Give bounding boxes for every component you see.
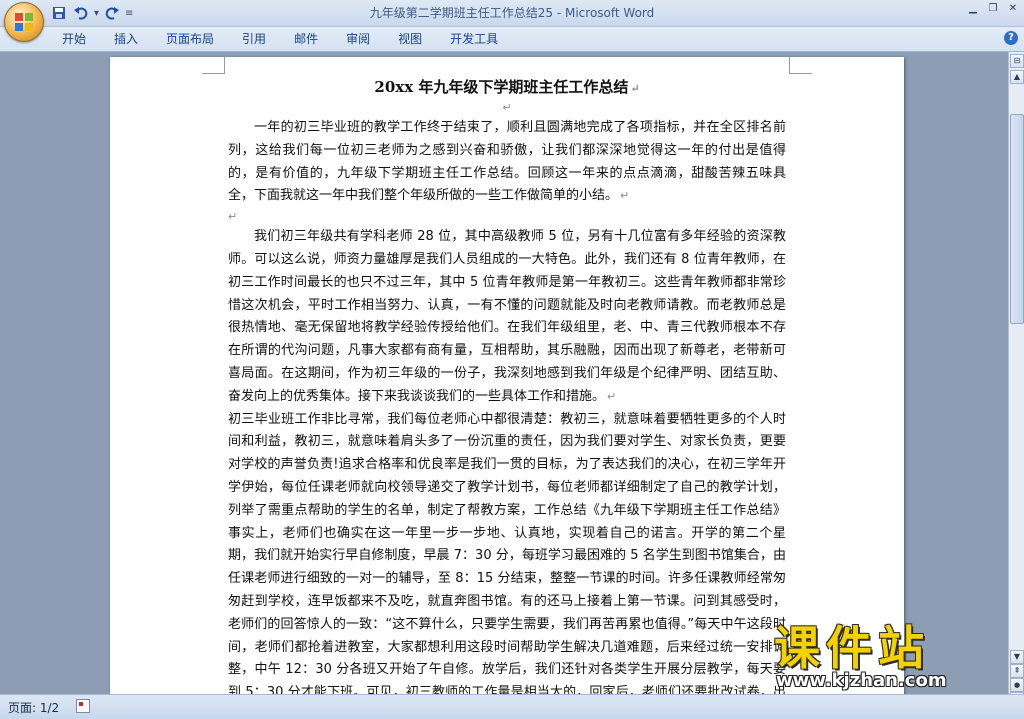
paragraph-text: 初三毕业班工作非比寻常，我们每位老师心中都很清楚：教初三，就意味着要牺牲更多的个… xyxy=(228,411,786,694)
scroll-up-icon[interactable]: ▲ xyxy=(1010,70,1024,84)
proofing-status-icon[interactable] xyxy=(76,699,90,713)
tab-references[interactable]: 引用 xyxy=(228,27,280,51)
title-bar: ▾ ≡ 九年级第二学期班主任工作总结25 - Microsoft Word ▁ … xyxy=(0,0,1024,42)
scroll-thumb[interactable] xyxy=(1010,114,1024,324)
previous-page-icon[interactable]: ⇞ xyxy=(1010,664,1024,678)
margin-corner-top-left xyxy=(202,57,225,74)
app-name: Microsoft Word xyxy=(564,6,655,20)
window-controls: ▁ ❐ ✕ xyxy=(966,2,1020,16)
select-browse-object-icon[interactable]: ● xyxy=(1010,678,1024,692)
title-separator: - xyxy=(553,6,565,20)
view-ruler-icon[interactable]: ⊟ xyxy=(1010,54,1024,68)
tab-view[interactable]: 视图 xyxy=(384,27,436,51)
status-bar: 页面: 1/2 xyxy=(0,694,1024,719)
paragraph-1[interactable]: 一年的初三毕业班的教学工作终于结束了，顺利且圆满地完成了各项指标，并在全区排名前… xyxy=(228,117,786,208)
document-name: 九年级第二学期班主任工作总结25 xyxy=(369,6,554,20)
tab-review[interactable]: 审阅 xyxy=(332,27,384,51)
document-heading[interactable]: 20xx 年九年级下学期班主任工作总结 ↵ xyxy=(228,75,786,99)
tab-page-layout[interactable]: 页面布局 xyxy=(152,27,228,51)
close-icon[interactable]: ✕ xyxy=(1006,2,1020,16)
paragraph-2[interactable]: 我们初三年级共有学科老师 28 位，其中高级教师 5 位，另有十几位富有多年经验… xyxy=(228,226,786,408)
minimize-icon[interactable]: ▁ xyxy=(966,2,980,16)
margin-corner-top-right xyxy=(789,57,812,74)
office-logo-icon xyxy=(15,13,33,31)
ribbon-tabs: 开始 插入 页面布局 引用 邮件 审阅 视图 开发工具 xyxy=(48,27,512,51)
restore-icon[interactable]: ❐ xyxy=(986,2,1000,16)
scroll-down-icon[interactable]: ▼ xyxy=(1010,650,1024,664)
paragraph-mark-icon: ↵ xyxy=(620,189,630,203)
tab-insert[interactable]: 插入 xyxy=(100,27,152,51)
office-button[interactable] xyxy=(4,2,44,42)
empty-paragraph: ↵ xyxy=(228,210,238,224)
document-workspace[interactable]: 20xx 年九年级下学期班主任工作总结 ↵ ↵ 一年的初三毕业班的教学工作终于结束… xyxy=(0,52,1008,694)
paragraph-text: 一年的初三毕业班的教学工作终于结束了，顺利且圆满地完成了各项指标，并在全区排名前… xyxy=(228,120,786,204)
document-body[interactable]: 20xx 年九年级下学期班主任工作总结 ↵ ↵ 一年的初三毕业班的教学工作终于结束… xyxy=(228,75,786,694)
ribbon: 开始 插入 页面布局 引用 邮件 审阅 视图 开发工具 ? xyxy=(0,27,1024,52)
tab-home[interactable]: 开始 xyxy=(48,27,100,51)
vertical-scrollbar[interactable]: ⊟ ▲ ▼ ⇞ ● ⇟ xyxy=(1008,52,1024,706)
tab-mailings[interactable]: 邮件 xyxy=(280,27,332,51)
help-icon[interactable]: ? xyxy=(1004,31,1018,45)
empty-paragraph: ↵ xyxy=(502,101,512,114)
paragraph-mark-icon: ↵ xyxy=(630,82,640,95)
paragraph-text: 我们初三年级共有学科老师 28 位，其中高级教师 5 位，另有十几位富有多年经验… xyxy=(228,229,786,404)
heading-text: 20xx 年九年级下学期班主任工作总结 xyxy=(374,78,629,96)
page-count[interactable]: 页面: 1/2 xyxy=(8,699,59,716)
tab-developer[interactable]: 开发工具 xyxy=(436,27,512,51)
paragraph-mark-icon: ↵ xyxy=(607,389,617,403)
document-page[interactable]: 20xx 年九年级下学期班主任工作总结 ↵ ↵ 一年的初三毕业班的教学工作终于结束… xyxy=(110,57,904,694)
window-title: 九年级第二学期班主任工作总结25 - Microsoft Word xyxy=(0,4,1024,21)
paragraph-3[interactable]: 初三毕业班工作非比寻常，我们每位老师心中都很清楚：教初三，就意味着要牺牲更多的个… xyxy=(228,409,786,694)
